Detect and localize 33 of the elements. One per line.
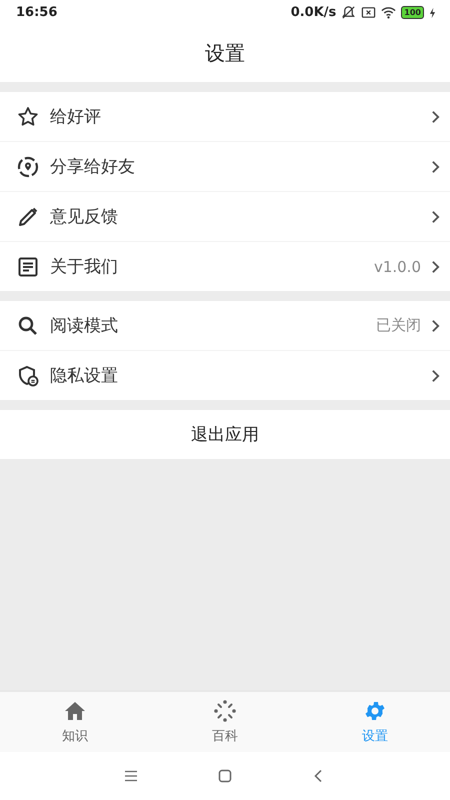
chevron-icon	[431, 110, 440, 124]
location-pin-icon	[16, 154, 40, 178]
burst-icon	[213, 699, 237, 723]
item-label: 关于我们	[50, 256, 119, 278]
chevron-icon	[431, 368, 440, 382]
home-icon	[63, 699, 87, 723]
item-value: v1.0.0	[374, 258, 421, 276]
charging-icon	[429, 6, 436, 18]
chevron-icon	[431, 318, 440, 332]
home-square-icon	[218, 769, 232, 783]
item-value: 已关闭	[376, 316, 421, 335]
shield-icon	[16, 364, 40, 388]
bell-off-icon	[341, 5, 356, 20]
document-icon	[16, 254, 40, 278]
item-label: 隐私设置	[50, 365, 119, 387]
chevron-icon	[431, 210, 440, 224]
item-label: 分享给好友	[50, 156, 136, 178]
item-label: 阅读模式	[50, 315, 119, 337]
tab-item[interactable]: 知识	[0, 692, 150, 752]
wifi-icon	[381, 5, 396, 20]
network-speed: 0.0K/s	[290, 5, 336, 20]
settings-icon	[363, 699, 387, 723]
battery-indicator: 100	[401, 6, 424, 19]
item-label: 意见反馈	[50, 206, 119, 228]
chevron-icon	[431, 260, 440, 274]
tab-item[interactable]: 百科	[150, 692, 300, 752]
item-label: 给好评	[50, 106, 102, 128]
page-title: 设置	[205, 40, 245, 67]
sim-icon	[361, 5, 376, 20]
star-icon	[16, 104, 40, 128]
status-time: 16:56	[16, 5, 58, 20]
menu-icon	[124, 769, 138, 783]
chevron-icon	[431, 160, 440, 174]
